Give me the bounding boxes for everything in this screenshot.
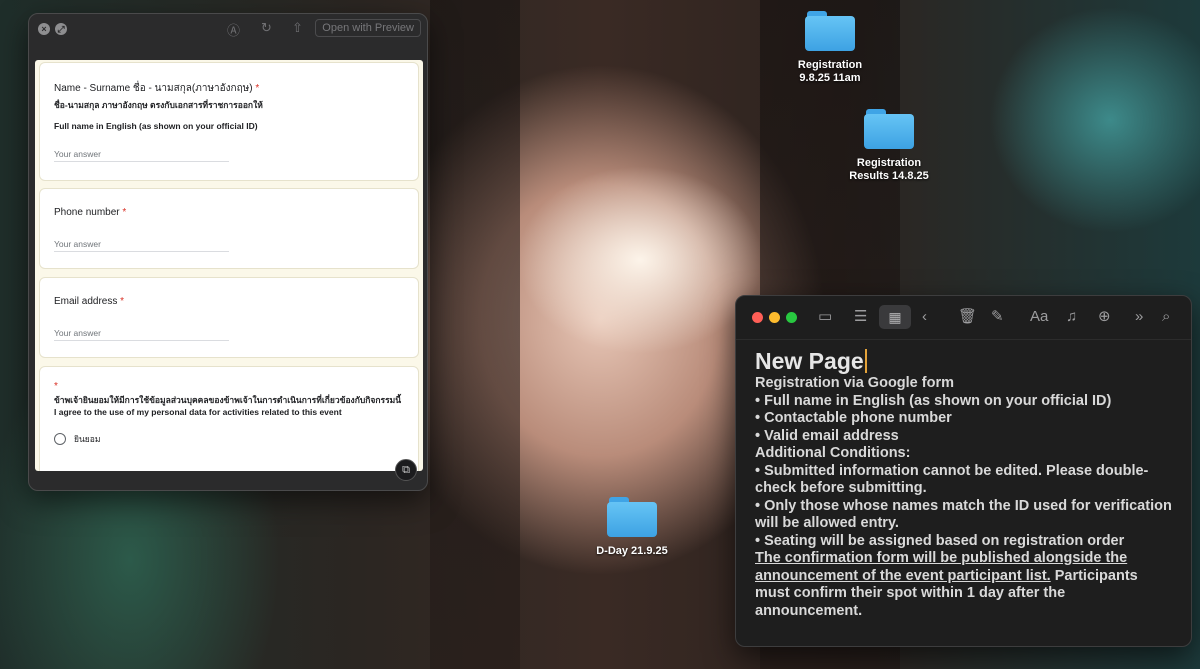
google-form-document: Name - Surname ชื่อ - นามสกุล(ภาษาอังกฤษ… (35, 60, 423, 471)
list-view-icon[interactable]: ☰ (854, 307, 867, 327)
form-question-name: Name - Surname ชื่อ - นามสกุล(ภาษาอังกฤษ… (39, 62, 419, 181)
zoom-window-button[interactable] (786, 312, 797, 323)
markup-icon[interactable]: Ⓐ (227, 20, 240, 39)
notes-window: ▭ ☰ ▦ ‹ 🗑 ✎ Aa ♫ ⊕ » ⌕ New Page Registra… (735, 295, 1192, 647)
quicklook-toolbar: × ⤢ Ⓐ ↻ ⇧ Open with Preview (29, 14, 427, 44)
rotate-icon[interactable]: ↻ (261, 20, 272, 36)
question-title: * (54, 381, 58, 392)
radio-label: ยินยอม (74, 434, 101, 444)
question-desc-thai: ข้าพเจ้ายินยอมให้มีการใช้ข้อมูลส่วนบุคคล… (54, 395, 402, 405)
audio-icon[interactable]: ♫ (1066, 307, 1077, 327)
form-question-phone: Phone number * Your answer (39, 188, 419, 269)
live-text-icon[interactable]: ⧉ (395, 459, 417, 481)
sidebar-icon[interactable]: ▭ (818, 307, 832, 327)
quicklook-window: × ⤢ Ⓐ ↻ ⇧ Open with Preview Name - Surna… (28, 13, 428, 491)
form-question-email: Email address * Your answer (39, 277, 419, 358)
question-title: Email address * (54, 296, 125, 307)
note-line: • Submitted information cannot be edited… (755, 462, 1149, 497)
more-icon[interactable]: » (1135, 307, 1143, 327)
desktop-folder-registration-9-8[interactable]: Registration 9.8.25 11am (770, 11, 890, 85)
close-icon[interactable]: × (38, 23, 50, 35)
compose-icon[interactable]: ✎ (991, 307, 1004, 327)
name-answer-input[interactable]: Your answer (54, 149, 229, 162)
folder-icon (607, 497, 657, 537)
note-line: • Contactable phone number (755, 410, 952, 426)
folder-icon (805, 11, 855, 51)
text-cursor (864, 349, 867, 373)
folder-icon (864, 109, 914, 149)
note-line: • Seating will be assigned based on regi… (755, 532, 1125, 549)
note-line: • Valid email address (755, 427, 899, 444)
folder-label: Registration 9.8.25 11am (797, 59, 863, 84)
close-window-button[interactable] (752, 312, 763, 323)
question-desc-english: I agree to the use of my personal data f… (54, 407, 342, 417)
question-title: Name - Surname ชื่อ - นามสกุล(ภาษาอังกฤษ… (54, 83, 260, 94)
fullscreen-icon[interactable]: ⤢ (55, 23, 67, 35)
note-line: • Full name in English (as shown on your… (755, 392, 1112, 409)
folder-label: Registration Results 14.8.25 (849, 157, 929, 182)
desktop-folder-d-day[interactable]: D-Day 21.9.25 (572, 497, 692, 558)
phone-answer-input[interactable]: Your answer (54, 239, 229, 252)
back-icon[interactable]: ‹ (922, 307, 927, 327)
notes-toolbar: ▭ ☰ ▦ ‹ 🗑 ✎ Aa ♫ ⊕ » ⌕ (736, 296, 1191, 340)
share-icon[interactable]: ⇧ (292, 20, 303, 36)
question-title: Phone number * (54, 207, 127, 218)
note-title: New Page (755, 347, 1173, 375)
consent-option[interactable]: ยินยอม (54, 432, 404, 446)
format-button[interactable]: Aa (1030, 307, 1048, 327)
form-question-consent: * ข้าพเจ้ายินยอมให้มีการใช้ข้อมูลส่วนบุค… (39, 366, 419, 471)
radio-button[interactable] (54, 433, 66, 445)
note-paragraph: The confirmation form will be published … (755, 550, 1173, 620)
minimize-window-button[interactable] (769, 312, 780, 323)
email-answer-input[interactable]: Your answer (54, 328, 229, 341)
note-line: Registration via Google form (755, 375, 954, 391)
trash-icon[interactable]: 🗑 (958, 307, 977, 327)
desktop-folder-registration-results[interactable]: Registration Results 14.8.25 (829, 109, 949, 183)
note-line: Additional Conditions: (755, 445, 911, 461)
collaborate-icon[interactable]: ⊕ (1098, 307, 1111, 327)
note-editor[interactable]: New Page Registration via Google form • … (736, 340, 1191, 620)
open-with-preview-button[interactable]: Open with Preview (315, 19, 421, 37)
question-desc-thai: ชื่อ-นามสกุล ภาษาอังกฤษ ตรงกับเอกสารที่ร… (54, 100, 263, 110)
note-line: • Only those whose names match the ID us… (755, 497, 1172, 532)
question-desc-english: Full name in English (as shown on your o… (54, 121, 258, 131)
gallery-view-icon[interactable]: ▦ (879, 305, 911, 329)
folder-label: D-Day 21.9.25 (596, 545, 668, 557)
wallpaper-hair-left (430, 0, 520, 669)
search-icon[interactable]: ⌕ (1162, 307, 1170, 327)
